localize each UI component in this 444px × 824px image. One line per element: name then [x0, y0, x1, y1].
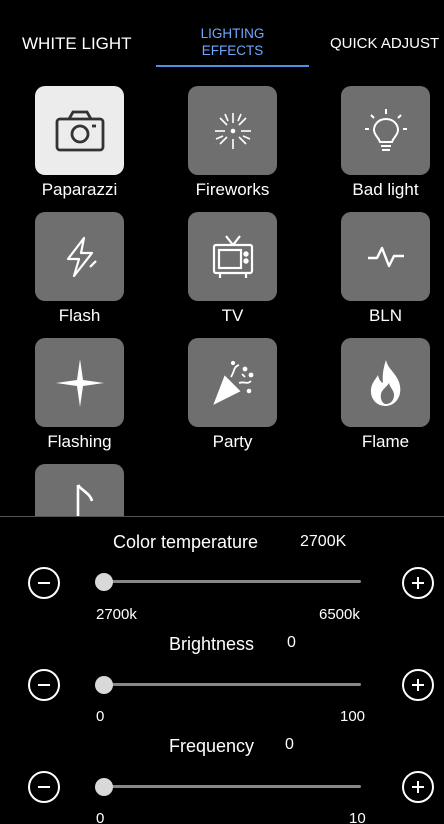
effect-tile-flash[interactable]: Flash: [35, 212, 124, 325]
camera-icon: [55, 110, 104, 151]
frequency-value: 0: [285, 736, 294, 753]
lightning-icon: [66, 236, 97, 277]
frequency-min-label: 0: [96, 810, 105, 824]
effect-label: Paparazzi: [41, 180, 118, 199]
frequency-decrease-button[interactable]: [28, 771, 60, 803]
tab-lighting-effects[interactable]: LIGHTING EFFECTS: [156, 25, 309, 59]
effect-tile-party[interactable]: Party: [188, 338, 277, 451]
effect-tile-box[interactable]: [188, 338, 277, 427]
effect-label: BLN: [368, 306, 403, 325]
brightness-slider[interactable]: [95, 675, 361, 694]
effect-tile-bln[interactable]: BLN: [341, 212, 430, 325]
color-temperature-title: Color temperature: [113, 532, 259, 552]
effect-tile-box[interactable]: [188, 86, 277, 175]
tv-icon: [212, 234, 253, 278]
color-temperature-max-label: 6500k: [319, 606, 360, 623]
plus-icon: [412, 679, 424, 691]
effect-label: Flash: [58, 306, 101, 325]
effect-tile-tv[interactable]: TV: [188, 212, 277, 325]
effect-tile-flashing[interactable]: Flashing: [35, 338, 124, 451]
minus-icon: [38, 684, 50, 686]
brightness-slider-thumb[interactable]: [95, 675, 113, 694]
panel-divider: [0, 516, 444, 517]
effect-label: Flame: [361, 432, 410, 451]
color-temperature-decrease-button[interactable]: [28, 567, 60, 599]
effect-tile-box[interactable]: [341, 338, 430, 427]
effect-tile-box[interactable]: [35, 86, 124, 175]
tab-quick-adjust[interactable]: QUICK ADJUST: [330, 35, 439, 52]
pulse-icon: [367, 246, 404, 267]
effect-label: Flashing: [47, 432, 112, 451]
effect-tile-fireworks[interactable]: Fireworks: [188, 86, 277, 199]
plus-icon: [412, 577, 424, 589]
frequency-max-label: 10: [349, 810, 366, 824]
minus-icon: [38, 786, 50, 788]
brightness-value: 0: [287, 634, 296, 651]
effect-label: TV: [221, 306, 244, 325]
effect-tile-box[interactable]: [188, 212, 277, 301]
plus-icon: [412, 781, 424, 793]
sparkle-star-icon: [55, 358, 104, 407]
lightbulb-icon: [364, 108, 407, 151]
color-temperature-increase-button[interactable]: [402, 567, 434, 599]
minus-icon: [38, 582, 50, 584]
effect-label: Party: [212, 432, 253, 451]
brightness-increase-button[interactable]: [402, 669, 434, 701]
brightness-min-label: 0: [96, 708, 105, 725]
brightness-title: Brightness: [169, 634, 255, 654]
brightness-max-label: 100: [340, 708, 366, 725]
color-temperature-min-label: 2700k: [96, 606, 137, 623]
effect-label: Fireworks: [195, 180, 270, 199]
color-temperature-slider-thumb[interactable]: [95, 572, 113, 591]
frequency-slider-thumb[interactable]: [95, 777, 113, 796]
effect-tile-bad-light[interactable]: Bad light: [341, 86, 430, 199]
effect-tile-box[interactable]: [341, 86, 430, 175]
effect-label: Bad light: [352, 180, 419, 199]
brightness-decrease-button[interactable]: [28, 669, 60, 701]
effects-grid: Paparazzi Fireworks Bad light Flash TV B…: [0, 84, 444, 516]
color-temperature-slider[interactable]: [95, 572, 361, 591]
effect-tile-paparazzi[interactable]: Paparazzi: [35, 86, 124, 199]
brightness-control: Brightness 0 0 100: [0, 632, 444, 728]
party-popper-icon: [212, 360, 253, 405]
frequency-increase-button[interactable]: [402, 771, 434, 803]
active-tab-indicator: [156, 65, 309, 67]
effect-tile-music[interactable]: [35, 464, 124, 516]
frequency-control: Frequency 0 0 10: [0, 734, 444, 824]
effect-tile-box[interactable]: [35, 212, 124, 301]
color-temperature-value: 2700K: [300, 533, 347, 550]
effect-tile-box[interactable]: [341, 212, 430, 301]
color-temperature-control: Color temperature 2700K 2700k 6500k: [0, 530, 444, 630]
frequency-slider[interactable]: [95, 777, 361, 796]
effect-tile-box[interactable]: [35, 464, 124, 516]
tab-lighting-effects-line1: LIGHTING: [200, 26, 265, 41]
effect-tile-box[interactable]: [35, 338, 124, 427]
music-note-icon: [76, 483, 93, 516]
effect-tile-flame[interactable]: Flame: [341, 338, 430, 451]
tab-white-light[interactable]: WHITE LIGHT: [22, 34, 132, 54]
flame-icon: [370, 359, 400, 406]
tab-lighting-effects-line2: EFFECTS: [201, 43, 264, 58]
frequency-title: Frequency: [169, 736, 255, 756]
fireworks-icon: [214, 112, 251, 149]
tab-bar: WHITE LIGHT LIGHTING EFFECTS QUICK ADJUS…: [0, 0, 444, 70]
